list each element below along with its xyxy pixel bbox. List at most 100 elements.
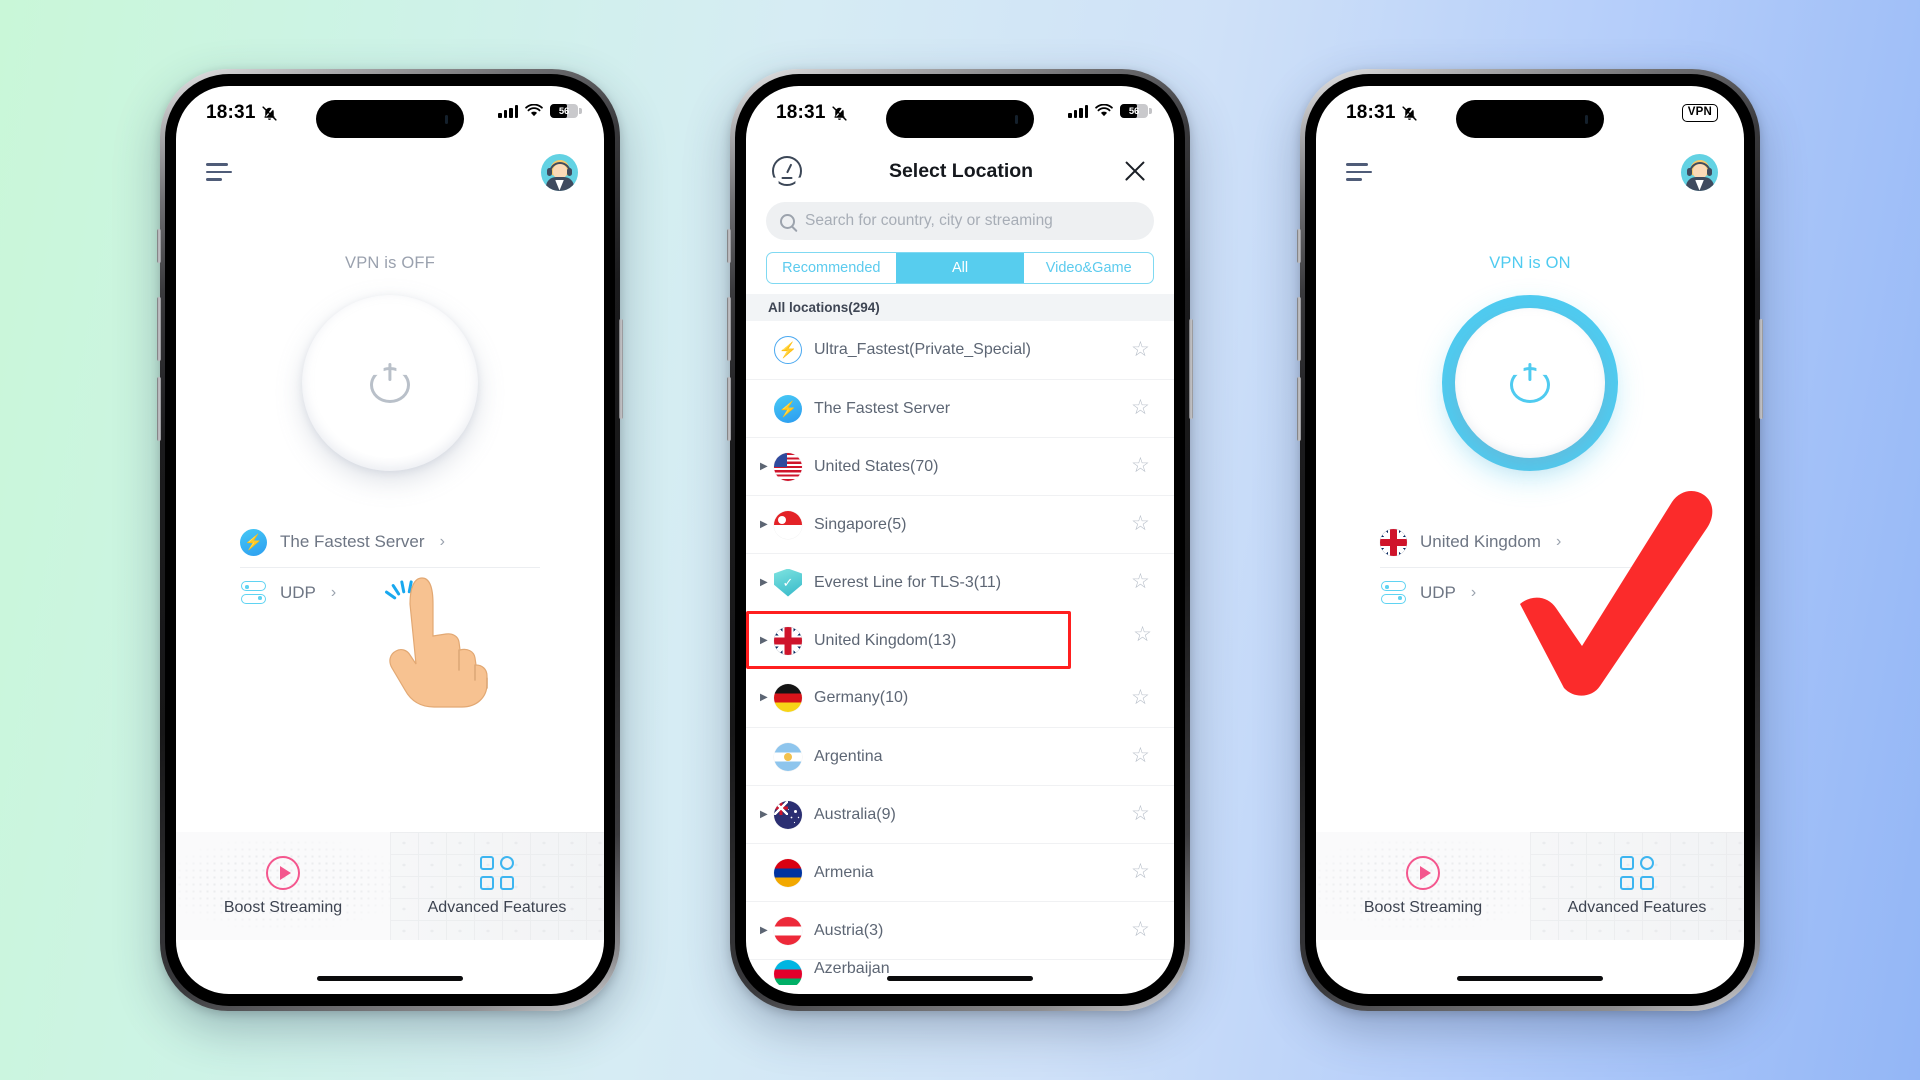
star-outline-icon[interactable]: ☆ <box>1131 397 1152 419</box>
power-toggle-button[interactable] <box>302 295 478 471</box>
advanced-features-label: Advanced Features <box>427 898 567 916</box>
location-name: United States(70) <box>814 457 939 475</box>
list-item[interactable]: ▶ ✓ Everest Line for TLS-3(11) ☆ <box>746 553 1174 611</box>
clock-time: 18:31 <box>206 102 256 123</box>
fastest-server-bolt-icon: ⚡ <box>240 528 267 556</box>
server-select-row[interactable]: ⚡ The Fastest Server › <box>240 517 540 567</box>
advanced-features-card[interactable]: Advanced Features <box>1530 832 1744 940</box>
expand-arrow-icon[interactable]: ▶ <box>760 925 774 936</box>
support-avatar-icon[interactable] <box>1681 153 1718 191</box>
protocol-label: UDP <box>280 582 316 602</box>
home-indicator[interactable] <box>317 976 463 981</box>
phone-home-on: 18:31 VPN VPN is ON United Kingdom › UDP… <box>1297 69 1763 1011</box>
volume-up-button[interactable] <box>157 297 161 361</box>
silent-switch[interactable] <box>157 229 161 263</box>
silent-switch[interactable] <box>1297 229 1301 263</box>
advanced-features-card[interactable]: Advanced Features <box>390 832 604 940</box>
list-item[interactable]: ▶ Austria(3) ☆ <box>746 901 1174 959</box>
star-outline-icon[interactable]: ☆ <box>1131 455 1152 477</box>
server-select-row[interactable]: United Kingdom › <box>1380 517 1680 567</box>
expand-arrow-icon[interactable]: ▶ <box>760 577 774 588</box>
search-placeholder: Search for country, city or streaming <box>805 212 1053 229</box>
sheet-header: Select Location <box>746 142 1174 194</box>
vpn-status-text: VPN is ON <box>1489 254 1571 272</box>
expand-arrow-icon[interactable]: ▶ <box>760 461 774 472</box>
volume-up-button[interactable] <box>1297 297 1301 361</box>
power-side-button[interactable] <box>619 319 623 419</box>
list-item-united-kingdom[interactable]: ▶ United Kingdom(13) <box>746 611 1072 669</box>
star-outline-icon[interactable]: ☆ <box>1131 803 1152 825</box>
phone-bezel: 18:31 <box>735 74 1185 1006</box>
power-side-button[interactable] <box>1189 319 1193 419</box>
connection-options: United Kingdom › UDP › <box>1380 517 1680 617</box>
list-item[interactable]: ▶ Singapore(5) ☆ <box>746 495 1174 553</box>
status-bar-left: 18:31 <box>1346 102 1418 124</box>
status-bar-right: 56 <box>1068 102 1152 118</box>
star-outline-icon[interactable]: ☆ <box>1131 513 1152 535</box>
boost-streaming-label: Boost Streaming <box>223 898 343 916</box>
advanced-features-label: Advanced Features <box>1567 898 1707 916</box>
dynamic-island <box>886 100 1034 138</box>
power-button-inner <box>1455 308 1605 458</box>
star-outline-icon[interactable]: ☆ <box>1131 919 1152 941</box>
home-indicator[interactable] <box>887 976 1033 981</box>
silent-switch[interactable] <box>727 229 731 263</box>
star-outline-icon[interactable]: ☆ <box>1133 624 1152 646</box>
star-outline-icon[interactable]: ☆ <box>1131 571 1152 593</box>
home-indicator[interactable] <box>1457 976 1603 981</box>
location-tabs: Recommended All Video&Game <box>766 252 1154 284</box>
hamburger-menu-icon[interactable] <box>1346 163 1372 181</box>
boost-streaming-card[interactable]: Boost Streaming <box>1316 832 1530 940</box>
list-item[interactable]: Argentina ☆ <box>746 727 1174 785</box>
protocol-toggle-icon <box>240 579 267 606</box>
close-icon[interactable] <box>1120 156 1150 186</box>
volume-down-button[interactable] <box>1297 377 1301 441</box>
list-item[interactable]: ⚡ The Fastest Server ☆ <box>746 379 1174 437</box>
volume-up-button[interactable] <box>727 297 731 361</box>
expand-arrow-icon[interactable]: ▶ <box>760 519 774 530</box>
power-toggle-button[interactable] <box>1442 295 1618 471</box>
speedometer-icon[interactable] <box>772 156 802 186</box>
status-bar-left: 18:31 <box>206 102 278 124</box>
chevron-right-icon: › <box>439 533 445 550</box>
chevron-right-icon: › <box>1555 533 1562 550</box>
expand-arrow-icon[interactable]: ▶ <box>760 635 774 646</box>
star-outline-icon[interactable]: ☆ <box>1131 339 1152 361</box>
expand-arrow-icon[interactable]: ▶ <box>760 809 774 820</box>
list-item[interactable]: ▶ United States(70) ☆ <box>746 437 1174 495</box>
boost-streaming-card[interactable]: Boost Streaming <box>176 832 390 940</box>
power-side-button[interactable] <box>1759 319 1763 419</box>
support-avatar-icon[interactable] <box>541 153 578 191</box>
list-item[interactable]: ▶ Germany(10) ☆ <box>746 669 1174 727</box>
expand-arrow-icon[interactable]: ▶ <box>760 693 774 703</box>
status-bar-right: 56 <box>498 102 582 118</box>
power-icon <box>1510 363 1550 403</box>
phone-bezel: 18:31 VPN VPN is ON United Kingdom › UDP… <box>1305 74 1755 1006</box>
battery-percent: 56 <box>558 105 570 117</box>
list-item[interactable]: ⚡ Ultra_Fastest(Private_Special) ☆ <box>746 321 1174 379</box>
location-name: Everest Line for TLS-3(11) <box>814 573 1002 591</box>
volume-down-button[interactable] <box>157 377 161 441</box>
star-outline-icon[interactable]: ☆ <box>1131 745 1152 767</box>
location-list[interactable]: ⚡ Ultra_Fastest(Private_Special) ☆ ⚡ The… <box>746 321 1174 994</box>
flag-uk-icon <box>1380 528 1407 556</box>
list-item[interactable]: ▶ Australia(9) ☆ <box>746 785 1174 843</box>
tab-video-game[interactable]: Video&Game <box>1024 253 1153 283</box>
power-button-area <box>176 295 604 471</box>
tab-all[interactable]: All <box>895 253 1025 283</box>
protocol-row[interactable]: UDP › <box>1380 567 1680 617</box>
search-input[interactable]: Search for country, city or streaming <box>766 202 1154 240</box>
list-item[interactable]: Azerbaijan <box>746 959 1174 985</box>
hamburger-menu-icon[interactable] <box>206 163 232 181</box>
search-icon <box>780 213 795 229</box>
play-circle-icon <box>266 855 300 890</box>
star-outline-icon[interactable]: ☆ <box>1131 687 1152 709</box>
list-item[interactable]: Armenia ☆ <box>746 843 1174 901</box>
volume-down-button[interactable] <box>727 377 731 441</box>
select-location-sheet: Select Location Search for country, city… <box>746 142 1174 994</box>
protocol-row[interactable]: UDP › <box>240 567 540 617</box>
tab-recommended[interactable]: Recommended <box>767 253 896 283</box>
wifi-icon <box>1095 104 1113 117</box>
star-outline-icon[interactable]: ☆ <box>1131 861 1152 883</box>
cellular-bars-icon <box>1068 104 1088 118</box>
